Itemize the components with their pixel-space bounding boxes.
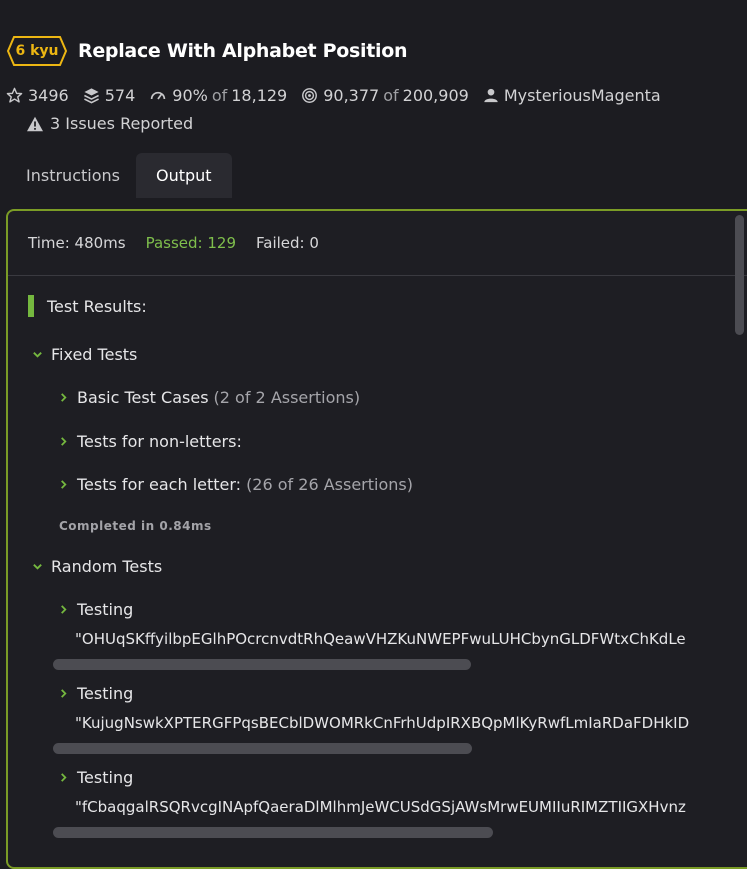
chevron-right-icon	[61, 437, 67, 446]
random-test-input: "KujugNswkXPTERGFPqsBECblDWOMRkCnFrhUdpI…	[75, 714, 690, 732]
kata-title: Replace With Alphabet Position	[78, 40, 408, 62]
stack-icon	[83, 88, 99, 104]
chevron-down-icon	[33, 564, 42, 570]
vertical-scrollbar[interactable]	[735, 215, 744, 335]
star-icon	[6, 87, 23, 103]
chevron-down-icon	[33, 352, 42, 358]
random-test-label: Testing	[77, 600, 134, 619]
output-panel: Time: 480ms Passed: 129 Failed: 0 Test R…	[6, 209, 747, 869]
completions-stat: 90,377 of 200,909	[301, 86, 469, 105]
random-test-item[interactable]: Testing	[59, 684, 133, 703]
completed-time: Completed in 0.84ms	[59, 519, 212, 533]
test-item-non-letters[interactable]: Tests for non-letters:	[59, 432, 242, 451]
assertions-count: (26 of 26 Assertions)	[246, 475, 413, 494]
test-results-heading: Test Results:	[28, 295, 147, 317]
random-test-label: Testing	[77, 684, 134, 703]
votes-count: 18,129	[231, 86, 288, 105]
test-item-each-letter[interactable]: Tests for each letter: (26 of 26 Asserti…	[59, 475, 413, 494]
author-stat[interactable]: MysteriousMagenta	[483, 86, 661, 105]
chevron-right-icon	[61, 605, 67, 614]
chevron-right-icon	[61, 480, 67, 489]
test-results-title: Test Results:	[47, 296, 147, 316]
completed-count: 90,377	[323, 86, 380, 105]
collections-stat[interactable]: 574	[83, 86, 136, 105]
assertions-count: (2 of 2 Assertions)	[213, 388, 361, 407]
test-item-basic[interactable]: Basic Test Cases (2 of 2 Assertions)	[59, 388, 360, 407]
failed-label: Failed: 0	[256, 234, 319, 252]
of-label: of	[211, 86, 228, 105]
satisfaction-stat: 90% of 18,129	[149, 86, 287, 105]
random-test-input: "fCbaqgalRSQRvcgINApfQaeraDlMlhmJeWCUSdG…	[75, 798, 686, 816]
test-item-label: Tests for non-letters:	[77, 432, 242, 451]
gauge-icon	[151, 91, 166, 100]
fixed-tests-group[interactable]: Fixed Tests	[32, 345, 137, 364]
random-tests-group[interactable]: Random Tests	[32, 557, 162, 576]
horizontal-scrollbar[interactable]	[53, 827, 493, 838]
kata-stats: 3496 574 90% of 18,129 90,377 of 200,909	[6, 86, 675, 105]
tab-output[interactable]: Output	[135, 153, 232, 198]
chevron-right-icon	[61, 689, 67, 698]
chevron-right-icon	[61, 773, 67, 782]
tab-bar: Instructions Output	[10, 153, 232, 198]
kata-header: 6 kyu Replace With Alphabet Position	[6, 34, 408, 68]
test-item-label: Basic Test Cases	[77, 388, 209, 407]
random-test-label: Testing	[77, 768, 134, 787]
random-test-input: "OHUqSKffyilbpEGlhPOcrcnvdtRhQeawVHZKuNW…	[75, 630, 686, 648]
passed-label: Passed: 129	[145, 234, 236, 252]
kyu-badge[interactable]: 6 kyu	[6, 35, 68, 67]
results-summary: Time: 480ms Passed: 129 Failed: 0	[8, 211, 747, 276]
chevron-right-icon	[61, 393, 67, 402]
user-icon	[484, 88, 498, 103]
tab-instructions[interactable]: Instructions	[10, 153, 136, 198]
horizontal-scrollbar[interactable]	[53, 743, 472, 754]
stars-stat[interactable]: 3496	[6, 86, 69, 105]
random-tests-label: Random Tests	[51, 557, 163, 576]
horizontal-scrollbar[interactable]	[53, 659, 471, 670]
time-label: Time: 480ms	[28, 234, 126, 252]
target-icon	[302, 88, 318, 103]
issues-link[interactable]: 3 Issues Reported	[26, 114, 193, 133]
random-test-item[interactable]: Testing	[59, 768, 133, 787]
author-name: MysteriousMagenta	[503, 86, 661, 105]
collections-count: 574	[104, 86, 136, 105]
kyu-label: 6 kyu	[15, 43, 59, 59]
satisfaction-rate: 90%	[172, 86, 208, 105]
attempts-count: 200,909	[402, 86, 469, 105]
stars-count: 3496	[28, 86, 69, 105]
fixed-tests-label: Fixed Tests	[51, 345, 138, 364]
test-item-label: Tests for each letter:	[77, 475, 242, 494]
random-test-item[interactable]: Testing	[59, 600, 133, 619]
heading-accent-bar	[28, 295, 34, 317]
issues-label: 3 Issues Reported	[50, 114, 194, 133]
of-label-2: of	[383, 86, 399, 105]
warning-icon	[27, 116, 43, 131]
